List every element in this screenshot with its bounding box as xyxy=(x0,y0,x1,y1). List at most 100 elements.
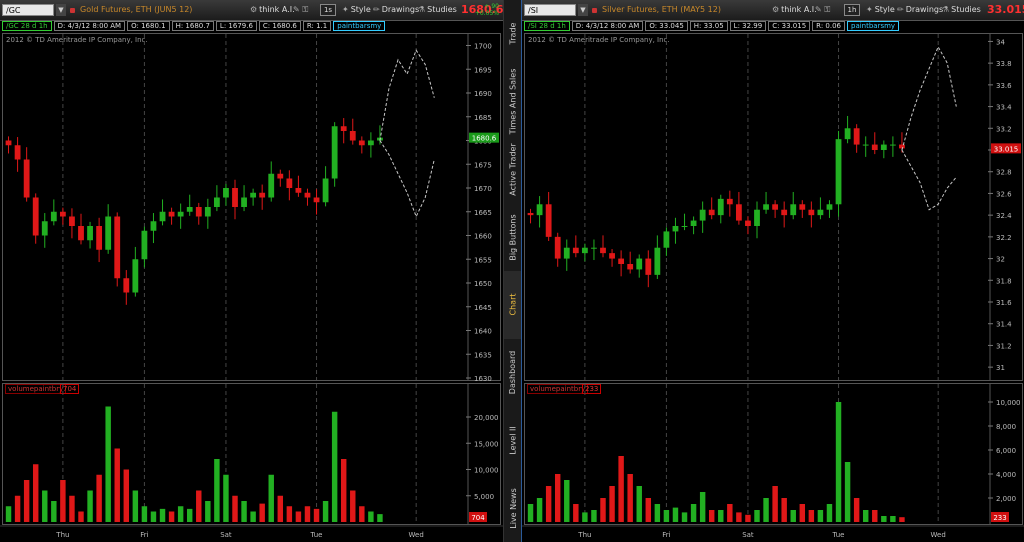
volume-bar xyxy=(232,495,238,522)
candle-body xyxy=(536,204,543,216)
candle-body xyxy=(23,159,30,198)
candle-body xyxy=(636,258,643,270)
candle-body xyxy=(331,126,338,179)
volume-bar xyxy=(835,402,842,522)
sidebar-tab-level-ii[interactable]: Level II xyxy=(504,407,522,475)
candle-body xyxy=(645,258,652,275)
volume-bar xyxy=(78,511,84,522)
y-tick-label: 31.4 xyxy=(996,321,1012,329)
sidebar-tab-dashboard[interactable]: Dashboard xyxy=(504,339,522,407)
candle-body xyxy=(817,209,824,216)
sidebar-tab-times-and-sales[interactable]: Times And Sales xyxy=(504,68,522,136)
candle-body xyxy=(899,144,905,149)
volume-bar xyxy=(890,516,896,522)
volume-bar xyxy=(573,504,579,522)
candle-body xyxy=(853,128,860,145)
y-tick-label: 34 xyxy=(996,38,1005,46)
volume-tag-label: 233 xyxy=(993,514,1006,522)
x-tick-label: Sat xyxy=(742,531,754,539)
volume-bar xyxy=(699,492,706,522)
y-tick-label: 1665 xyxy=(474,209,492,217)
candle-body xyxy=(600,247,606,254)
candle-body xyxy=(862,144,869,146)
y-tick-label: 32.6 xyxy=(996,190,1012,198)
candle-body xyxy=(790,204,797,216)
volume-bar xyxy=(359,506,365,522)
volume-bar xyxy=(844,462,851,522)
volume-tick-label: 4,000 xyxy=(996,471,1016,479)
volume-bar xyxy=(196,490,202,522)
volume-bar xyxy=(763,498,769,522)
volume-bar xyxy=(718,510,724,522)
silver-chart-panel: /SI ▼ Silver Futures, ETH (MAY5 12) ⚙ thi… xyxy=(521,0,1024,542)
candle-body xyxy=(105,216,112,250)
volume-bar xyxy=(826,504,833,522)
candle-body xyxy=(223,188,229,198)
candle-body xyxy=(627,264,634,270)
sidebar-tab-label: Active Trader xyxy=(508,143,518,196)
sidebar-tab-trade[interactable]: Trade xyxy=(504,0,522,68)
candle-body xyxy=(78,226,84,241)
volume-bar xyxy=(672,507,679,522)
sidebar-tab-big-buttons[interactable]: Big Buttons xyxy=(504,203,522,271)
volume-bar xyxy=(132,490,139,522)
volume-bar xyxy=(14,495,21,522)
sidebar-tab-label: Chart xyxy=(508,293,518,316)
y-tick-label: 1670 xyxy=(474,185,492,193)
volume-bar xyxy=(609,486,615,522)
volume-bar xyxy=(790,510,796,522)
volume-bar xyxy=(177,506,184,522)
y-tick-label: 33.6 xyxy=(996,82,1012,90)
x-tick-label: Sat xyxy=(220,531,232,539)
right-sidebar: Trade Times And Sales Active Trader Big But… xyxy=(503,0,523,542)
volume-bar xyxy=(331,411,338,522)
y-tick-label: 32.8 xyxy=(996,169,1012,177)
x-tick-label: Tue xyxy=(832,531,845,539)
sidebar-tab-label: Trade xyxy=(508,22,518,45)
candle-body xyxy=(50,211,57,222)
candle-body xyxy=(159,211,166,222)
volume-bar xyxy=(853,498,860,522)
volume-bar xyxy=(745,514,751,522)
y-tick-label: 1655 xyxy=(474,256,492,264)
volume-bar xyxy=(60,480,66,522)
sidebar-tab-active-trader[interactable]: Active Trader xyxy=(504,136,522,204)
candle-body xyxy=(141,230,148,260)
volume-bar xyxy=(32,464,39,522)
volume-bar xyxy=(736,512,742,522)
volume-bar xyxy=(708,510,715,522)
x-tick-label: Wed xyxy=(409,531,424,539)
volume-bar xyxy=(772,486,778,522)
candle-body xyxy=(871,144,878,150)
price-tag-label: 1680.6 xyxy=(472,135,497,143)
candle-body xyxy=(367,140,374,146)
candle-body xyxy=(745,220,751,226)
candle-body xyxy=(591,247,597,249)
volume-bar xyxy=(582,512,588,522)
volume-bar xyxy=(808,510,815,522)
volume-bar xyxy=(51,501,57,522)
volume-tick-label: 5,000 xyxy=(474,493,494,501)
y-tick-label: 1685 xyxy=(474,114,492,122)
sidebar-tab-label: Live News xyxy=(508,487,518,529)
volume-bar xyxy=(286,506,293,522)
candle-body xyxy=(41,221,48,236)
y-tick-label: 32 xyxy=(996,256,1005,264)
volume-bar xyxy=(241,501,247,522)
candle-body xyxy=(880,144,887,150)
candle-body xyxy=(232,188,238,207)
volume-bar xyxy=(87,490,93,522)
x-tick-label: Wed xyxy=(931,531,946,539)
x-tick-label: Fri xyxy=(140,531,148,539)
sidebar-tab-chart[interactable]: Chart xyxy=(504,271,522,339)
y-tick-label: 1645 xyxy=(474,304,492,312)
candle-body xyxy=(835,139,842,205)
volume-bar xyxy=(681,512,688,522)
volume-bar xyxy=(600,498,606,522)
volume-bar xyxy=(350,490,356,522)
volume-bar xyxy=(105,406,111,522)
candle-body xyxy=(132,259,139,293)
forecast-upper-line xyxy=(379,49,435,141)
silver-chart-svg: 3433.833.633.433.23332.832.632.432.23231… xyxy=(522,33,1024,539)
sidebar-tab-live-news[interactable]: Live News xyxy=(504,474,522,542)
